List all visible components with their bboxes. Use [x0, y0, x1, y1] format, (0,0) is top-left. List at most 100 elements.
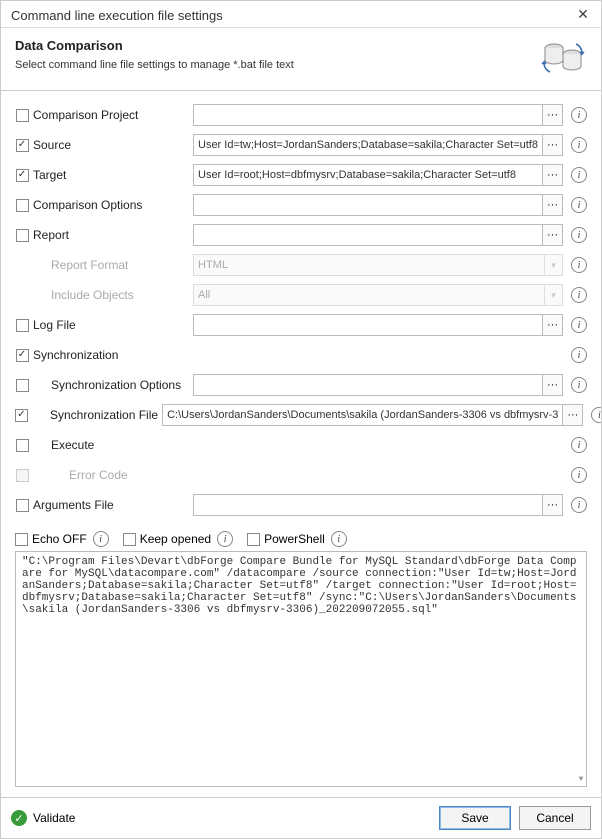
keep-opened-checkbox[interactable]: [123, 533, 136, 546]
chevron-down-icon: ▼: [545, 284, 563, 306]
info-icon[interactable]: i: [571, 317, 587, 333]
source-checkbox[interactable]: [16, 139, 29, 152]
comparison-options-checkbox[interactable]: [16, 199, 29, 212]
error-code-label: Error Code: [33, 468, 189, 482]
save-button[interactable]: Save: [439, 806, 511, 830]
comparison-options-label: Comparison Options: [33, 198, 189, 212]
arguments-file-label: Arguments File: [33, 498, 189, 512]
info-icon[interactable]: i: [571, 467, 587, 483]
sync-options-checkbox[interactable]: [16, 379, 29, 392]
echo-off-checkbox[interactable]: [15, 533, 28, 546]
echo-off-label: Echo OFF: [32, 532, 87, 546]
comparison-options-input[interactable]: [193, 194, 543, 216]
info-icon[interactable]: i: [571, 197, 587, 213]
source-browse-button[interactable]: ···: [543, 134, 563, 156]
execute-checkbox[interactable]: [16, 439, 29, 452]
options-row: Echo OFF i Keep opened i PowerShell i: [15, 531, 587, 547]
source-input[interactable]: User Id=tw;Host=JordanSanders;Database=s…: [193, 134, 543, 156]
report-label: Report: [33, 228, 189, 242]
command-textarea[interactable]: "C:\Program Files\Devart\dbForge Compare…: [15, 551, 587, 787]
synchronization-checkbox[interactable]: [16, 349, 29, 362]
sync-options-input[interactable]: [193, 374, 543, 396]
info-icon[interactable]: i: [571, 257, 587, 273]
info-icon[interactable]: i: [571, 227, 587, 243]
comparison-project-browse-button[interactable]: ···: [543, 104, 563, 126]
arguments-file-checkbox[interactable]: [16, 499, 29, 512]
synchronization-label: Synchronization: [33, 348, 189, 362]
page-subtitle: Select command line file settings to man…: [15, 59, 539, 71]
target-input[interactable]: User Id=root;Host=dbfmysrv;Database=saki…: [193, 164, 543, 186]
row-comparison-project: Comparison Project ··· i: [15, 101, 587, 129]
sync-file-label: Synchronization File: [32, 408, 158, 422]
report-checkbox[interactable]: [16, 229, 29, 242]
row-error-code: Error Code i: [15, 461, 587, 489]
comparison-project-label: Comparison Project: [33, 108, 189, 122]
powershell-label: PowerShell: [264, 532, 325, 546]
dialog-window: Command line execution file settings ✕ D…: [0, 0, 602, 839]
divider: [1, 90, 601, 91]
report-browse-button[interactable]: ···: [543, 224, 563, 246]
command-text: "C:\Program Files\Devart\dbForge Compare…: [22, 556, 577, 616]
info-icon[interactable]: i: [571, 287, 587, 303]
info-icon[interactable]: i: [571, 377, 587, 393]
check-circle-icon: ✓: [11, 810, 27, 826]
arguments-file-input[interactable]: [193, 494, 543, 516]
info-icon[interactable]: i: [591, 407, 601, 423]
keep-opened-label: Keep opened: [140, 532, 211, 546]
page-title: Data Comparison: [15, 38, 539, 53]
titlebar: Command line execution file settings ✕: [1, 1, 601, 28]
row-sync-file: Synchronization File C:\Users\JordanSand…: [15, 401, 587, 429]
execute-label: Execute: [33, 438, 189, 452]
header: Data Comparison Select command line file…: [1, 28, 601, 86]
log-file-input[interactable]: [193, 314, 543, 336]
row-synchronization: Synchronization i: [15, 341, 587, 369]
row-report-format: Report Format HTML ▼ i: [15, 251, 587, 279]
sync-file-input[interactable]: C:\Users\JordanSanders\Documents\sakila …: [162, 404, 563, 426]
info-icon[interactable]: i: [571, 437, 587, 453]
row-target: Target User Id=root;Host=dbfmysrv;Databa…: [15, 161, 587, 189]
row-sync-options: Synchronization Options ··· i: [15, 371, 587, 399]
target-checkbox[interactable]: [16, 169, 29, 182]
info-icon[interactable]: i: [571, 347, 587, 363]
comparison-options-browse-button[interactable]: ···: [543, 194, 563, 216]
comparison-project-checkbox[interactable]: [16, 109, 29, 122]
info-icon[interactable]: i: [571, 497, 587, 513]
row-source: Source User Id=tw;Host=JordanSanders;Dat…: [15, 131, 587, 159]
chevron-down-icon[interactable]: ▼: [576, 774, 586, 784]
log-file-browse-button[interactable]: ···: [543, 314, 563, 336]
db-compare-icon: [539, 38, 587, 76]
validate-label: Validate: [33, 811, 75, 825]
info-icon[interactable]: i: [571, 167, 587, 183]
info-icon[interactable]: i: [217, 531, 233, 547]
sync-options-label: Synchronization Options: [33, 378, 189, 392]
info-icon[interactable]: i: [571, 137, 587, 153]
row-comparison-options: Comparison Options ··· i: [15, 191, 587, 219]
footer: ✓ Validate Save Cancel: [1, 797, 601, 838]
close-icon[interactable]: ✕: [575, 7, 591, 23]
row-log-file: Log File ··· i: [15, 311, 587, 339]
include-objects-label: Include Objects: [33, 288, 189, 302]
sync-file-checkbox[interactable]: [15, 409, 28, 422]
target-browse-button[interactable]: ···: [543, 164, 563, 186]
report-input[interactable]: [193, 224, 543, 246]
arguments-file-browse-button[interactable]: ···: [543, 494, 563, 516]
chevron-down-icon: ▼: [545, 254, 563, 276]
report-format-select: HTML: [193, 254, 545, 276]
include-objects-select: All: [193, 284, 545, 306]
report-format-label: Report Format: [33, 258, 189, 272]
sync-file-browse-button[interactable]: ···: [563, 404, 583, 426]
row-execute: Execute i: [15, 431, 587, 459]
window-title: Command line execution file settings: [11, 8, 575, 23]
validate-button[interactable]: ✓ Validate: [11, 810, 75, 826]
log-file-label: Log File: [33, 318, 189, 332]
info-icon[interactable]: i: [331, 531, 347, 547]
log-file-checkbox[interactable]: [16, 319, 29, 332]
cancel-button[interactable]: Cancel: [519, 806, 591, 830]
target-label: Target: [33, 168, 189, 182]
info-icon[interactable]: i: [93, 531, 109, 547]
sync-options-browse-button[interactable]: ···: [543, 374, 563, 396]
powershell-checkbox[interactable]: [247, 533, 260, 546]
comparison-project-input[interactable]: [193, 104, 543, 126]
source-label: Source: [33, 138, 189, 152]
info-icon[interactable]: i: [571, 107, 587, 123]
